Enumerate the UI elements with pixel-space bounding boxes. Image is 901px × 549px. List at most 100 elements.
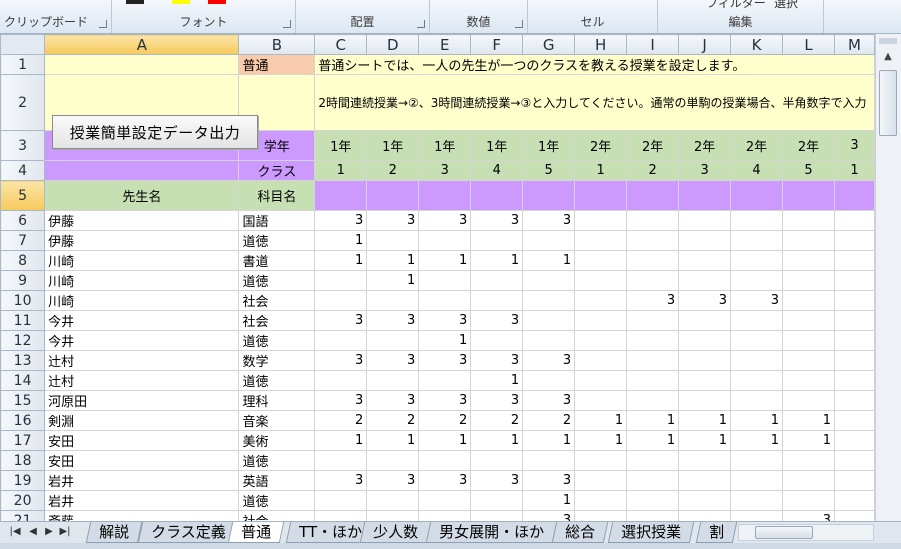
hours-cell[interactable] — [470, 510, 524, 521]
grade-cell[interactable]: 2年 — [574, 130, 628, 161]
hours-cell[interactable] — [418, 370, 472, 391]
hours-cell[interactable] — [574, 450, 628, 471]
hours-cell[interactable]: 3 — [470, 210, 524, 231]
hours-cell[interactable] — [626, 270, 680, 291]
header-spacer-cell[interactable] — [834, 180, 875, 211]
hours-cell[interactable] — [626, 490, 680, 511]
hours-cell[interactable] — [678, 250, 732, 271]
hours-cell[interactable]: 1 — [782, 410, 835, 431]
hours-cell[interactable]: 1 — [574, 410, 628, 431]
hours-cell[interactable] — [678, 450, 732, 471]
next-sheet-icon[interactable]: ▶ — [42, 524, 56, 540]
row-header-2[interactable]: 2 — [0, 74, 46, 131]
hours-cell[interactable] — [834, 250, 875, 271]
hours-cell[interactable] — [366, 450, 420, 471]
hours-cell[interactable]: 1 — [730, 430, 784, 451]
hours-cell[interactable]: 3 — [366, 210, 420, 231]
hours-cell[interactable]: 3 — [470, 350, 524, 371]
grade-cell[interactable]: 3 — [834, 130, 875, 161]
hours-cell[interactable]: 1 — [678, 430, 732, 451]
header-spacer-cell[interactable] — [522, 180, 576, 211]
hours-cell[interactable] — [678, 210, 732, 231]
hours-cell[interactable] — [470, 270, 524, 291]
hours-cell[interactable] — [834, 290, 875, 311]
class-cell[interactable]: 3 — [678, 160, 732, 181]
sheet-tab[interactable]: 解説 — [85, 522, 143, 543]
hours-cell[interactable] — [574, 230, 628, 251]
hours-cell[interactable] — [730, 470, 784, 491]
hours-cell[interactable]: 1 — [418, 250, 472, 271]
hours-cell[interactable] — [678, 330, 732, 351]
number-launcher-icon[interactable] — [515, 20, 523, 28]
col-header-d[interactable]: D — [366, 34, 420, 55]
hours-cell[interactable]: 1 — [626, 430, 680, 451]
hours-cell[interactable]: 1 — [730, 410, 784, 431]
grade-cell[interactable]: 1年 — [418, 130, 472, 161]
teacher-name-cell[interactable]: 伊藤 — [44, 230, 240, 251]
teacher-name-cell[interactable]: 辻村 — [44, 350, 240, 371]
row-header[interactable]: 12 — [0, 330, 46, 351]
hours-cell[interactable] — [730, 310, 784, 331]
hours-cell[interactable] — [782, 270, 835, 291]
hours-cell[interactable] — [782, 330, 835, 351]
subject-name-cell[interactable]: 道徳 — [238, 490, 316, 511]
hours-cell[interactable]: 1 — [314, 250, 368, 271]
cell-a1[interactable] — [44, 54, 240, 75]
hours-cell[interactable] — [834, 330, 875, 351]
header-spacer-cell[interactable] — [782, 180, 835, 211]
subject-name-cell[interactable]: 数学 — [238, 350, 316, 371]
teacher-name-cell[interactable]: 伊藤 — [44, 210, 240, 231]
horizontal-scroll-thumb[interactable] — [755, 526, 813, 539]
hours-cell[interactable]: 3 — [470, 390, 524, 411]
hours-cell[interactable]: 3 — [522, 350, 576, 371]
prev-sheet-icon[interactable]: ◀ — [26, 524, 40, 540]
header-spacer-cell[interactable] — [730, 180, 784, 211]
hours-cell[interactable]: 3 — [366, 310, 420, 331]
class-cell[interactable]: 5 — [782, 160, 835, 181]
row-header-5[interactable]: 5 — [0, 180, 46, 211]
teacher-name-cell[interactable]: 辻村 — [44, 370, 240, 391]
hours-cell[interactable] — [834, 370, 875, 391]
teacher-name-cell[interactable]: 河原田 — [44, 390, 240, 411]
hours-cell[interactable]: 1 — [678, 410, 732, 431]
col-header-l[interactable]: L — [782, 34, 835, 55]
vertical-scroll-thumb[interactable] — [879, 70, 897, 136]
description-cell[interactable]: 普通シートでは、一人の先生が一つのクラスを教える授業を設定します。 — [314, 54, 875, 75]
hours-cell[interactable] — [366, 370, 420, 391]
class-cell[interactable]: 1 — [314, 160, 368, 181]
hours-cell[interactable] — [626, 310, 680, 331]
hours-cell[interactable] — [730, 270, 784, 291]
hours-cell[interactable]: 3 — [314, 310, 368, 331]
select-all-corner[interactable] — [0, 34, 46, 55]
hours-cell[interactable] — [834, 470, 875, 491]
class-cell[interactable]: 3 — [418, 160, 472, 181]
subject-name-cell[interactable]: 道徳 — [238, 370, 316, 391]
vertical-scrollbar[interactable]: ▲ — [875, 34, 901, 521]
subject-name-cell[interactable]: 国語 — [238, 210, 316, 231]
hours-cell[interactable]: 2 — [470, 410, 524, 431]
hours-cell[interactable]: 3 — [418, 210, 472, 231]
col-header-a[interactable]: A — [44, 34, 240, 55]
hours-cell[interactable]: 2 — [418, 410, 472, 431]
hours-cell[interactable] — [834, 390, 875, 411]
hours-cell[interactable]: 3 — [418, 470, 472, 491]
col-header-j[interactable]: J — [678, 34, 732, 55]
hours-cell[interactable]: 3 — [418, 390, 472, 411]
hours-cell[interactable]: 3 — [314, 470, 368, 491]
col-header-m[interactable]: M — [834, 34, 875, 55]
col-header-k[interactable]: K — [730, 34, 784, 55]
subject-name-cell[interactable]: 道徳 — [238, 450, 316, 471]
hours-cell[interactable]: 1 — [522, 490, 576, 511]
hours-cell[interactable]: 1 — [782, 430, 835, 451]
hours-cell[interactable] — [834, 450, 875, 471]
hours-cell[interactable] — [730, 370, 784, 391]
hours-cell[interactable] — [418, 490, 472, 511]
hours-cell[interactable] — [574, 350, 628, 371]
class-cell[interactable]: 5 — [522, 160, 576, 181]
hours-cell[interactable] — [314, 270, 368, 291]
hours-cell[interactable]: 3 — [522, 390, 576, 411]
hours-cell[interactable] — [678, 510, 732, 521]
clipboard-launcher-icon[interactable] — [99, 20, 107, 28]
hours-cell[interactable] — [314, 330, 368, 351]
hours-cell[interactable] — [730, 230, 784, 251]
